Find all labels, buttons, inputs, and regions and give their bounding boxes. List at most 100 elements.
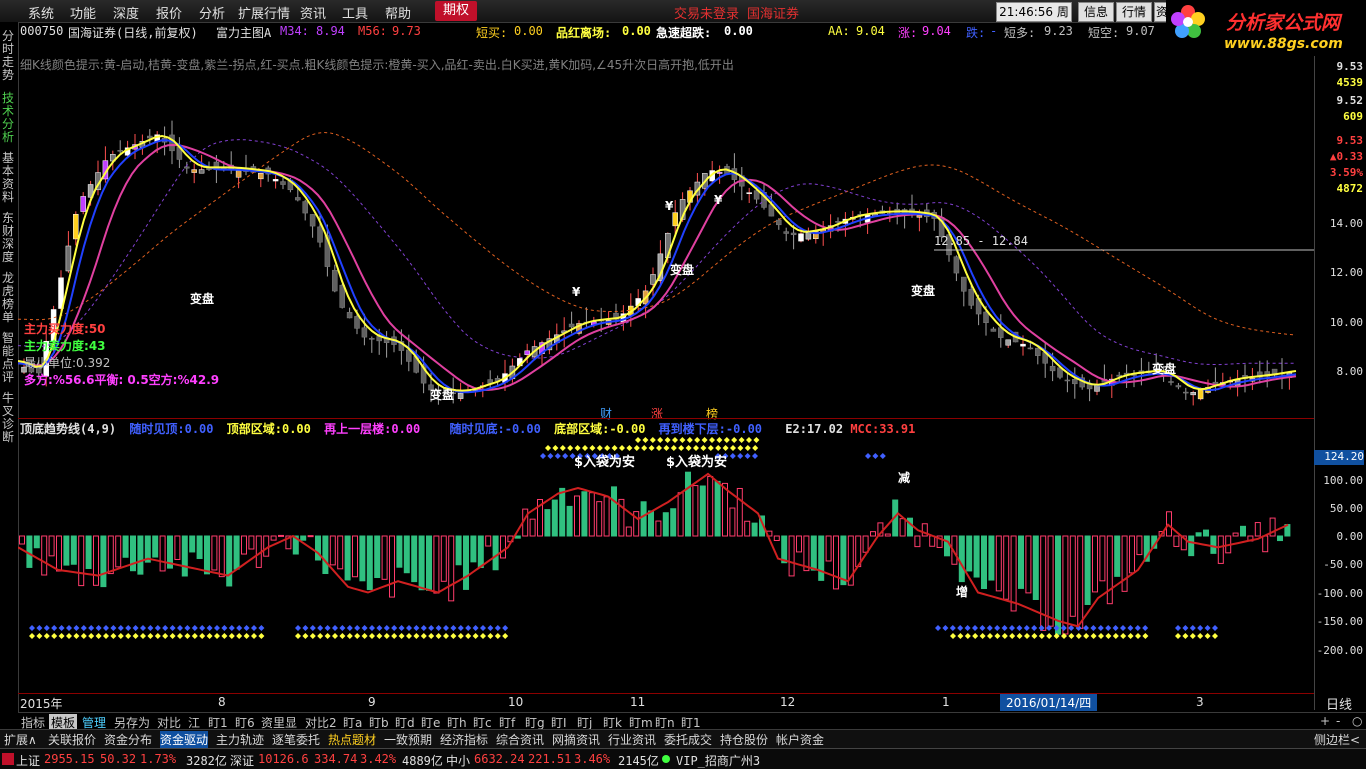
login-status[interactable]: 交易未登录 <box>674 3 739 22</box>
signal-diamond <box>480 633 486 639</box>
menu-extended[interactable]: 扩展行情 <box>238 3 290 22</box>
trend-bar <box>1173 535 1180 547</box>
main-indicator-name[interactable]: 富力主图A <box>216 24 271 41</box>
trend-bar <box>492 535 499 571</box>
trend-bar <box>56 535 62 572</box>
yuan-marker: ¥ <box>572 285 581 299</box>
menu-depth[interactable]: 深度 <box>113 3 139 22</box>
site-logo: 分析家公式网 www.88gs.com <box>1166 0 1366 60</box>
signal-diamond <box>752 445 759 451</box>
func-web-news[interactable]: 网摘资讯 <box>552 731 600 748</box>
signal-diamond <box>221 633 228 639</box>
sidebar-toggle[interactable]: 侧边栏< <box>1314 731 1360 748</box>
signal-diamond <box>1090 633 1097 639</box>
signal-diamond <box>707 445 714 451</box>
func-general-news[interactable]: 综合资讯 <box>496 731 544 748</box>
info-button[interactable]: 信息 <box>1078 2 1114 22</box>
vip-account[interactable]: VIP_招商广州3 <box>676 752 760 769</box>
func-order-detail[interactable]: 逐笔委托 <box>272 731 320 748</box>
signal-diamond <box>346 633 353 639</box>
zoom-in-button[interactable]: + <box>1320 714 1330 728</box>
m34-label: M34: <box>280 24 309 38</box>
signal-diamond <box>642 437 649 443</box>
reset-button[interactable]: ○ <box>1352 714 1362 728</box>
func-capital-drive[interactable]: 资金驱动 <box>160 731 209 748</box>
main-kline-chart[interactable]: 12.85 - 12.84 变盘 变盘 变盘 变盘 变盘 ¥ ¥ ¥ ×××××… <box>18 70 1314 420</box>
signal-diamond <box>663 445 670 451</box>
signal-diamond <box>413 625 420 631</box>
trend-bar <box>300 535 307 541</box>
period-label[interactable]: 日线 <box>1326 694 1352 713</box>
func-positions[interactable]: 持仓股份 <box>720 731 768 748</box>
candle-body <box>73 213 79 240</box>
signal-diamond <box>964 625 971 631</box>
zx-label[interactable]: 中小 <box>446 752 470 769</box>
func-hot-topics[interactable]: 热点题材 <box>328 731 376 748</box>
tab-technical[interactable]: 技术分析 <box>2 92 16 144</box>
menu-function[interactable]: 功能 <box>70 3 96 22</box>
menu-quote[interactable]: 报价 <box>156 3 182 22</box>
sub-trend-chart[interactable]: $入袋为安 $入袋为安 减 增 <box>18 436 1314 692</box>
signal-diamond <box>545 445 551 451</box>
trend-bar <box>329 535 336 566</box>
main-buy-strength: 主力买力度:50 <box>24 320 106 337</box>
candle-body <box>650 274 656 285</box>
tab-fundamentals[interactable]: 基本资料 <box>2 152 16 204</box>
trend-bar <box>204 535 210 575</box>
signal-diamond <box>1016 625 1023 631</box>
trend-bar <box>389 535 395 598</box>
signal-diamond <box>428 625 435 631</box>
func-main-track[interactable]: 主力轨迹 <box>216 731 264 748</box>
func-consensus[interactable]: 一致预期 <box>384 731 432 748</box>
func-expand[interactable]: 扩展∧ <box>4 731 37 748</box>
price-tick: 14.00 <box>1329 217 1363 230</box>
signal-diamond <box>243 625 250 631</box>
tab-dragon-tiger[interactable]: 龙虎榜单 <box>2 272 16 324</box>
options-button[interactable]: 期权 <box>435 1 477 21</box>
signal-diamond <box>722 445 729 451</box>
sz-label[interactable]: 深证 <box>230 752 254 769</box>
signal-diamond <box>738 437 745 443</box>
time-axis: 2015年 8 9 10 11 12 1 2016/01/14/四 3 <box>18 693 1314 712</box>
zoom-out-button[interactable]: - <box>1336 714 1340 728</box>
bianpan-marker: 变盘 <box>1152 361 1176 376</box>
candle-body <box>1072 379 1078 385</box>
signal-diamond <box>979 633 986 639</box>
signal-diamond <box>435 633 442 639</box>
trend-bar <box>1003 535 1010 600</box>
signal-diamond <box>398 633 405 639</box>
tab-intraday[interactable]: 分时走势 <box>2 30 16 82</box>
tab-smart-review[interactable]: 智能点评 <box>2 332 16 384</box>
quote-button[interactable]: 行情 <box>1116 2 1152 22</box>
signal-diamond <box>376 633 383 639</box>
menu-help[interactable]: 帮助 <box>385 3 411 22</box>
signal-diamond <box>58 633 65 639</box>
func-related-quote[interactable]: 关联报价 <box>48 731 96 748</box>
menu-tools[interactable]: 工具 <box>342 3 368 22</box>
signal-diamond <box>236 633 243 639</box>
signal-diamond <box>1197 625 1204 631</box>
sh-label[interactable]: 上证 <box>16 752 40 769</box>
tab-diagnosis[interactable]: 牛叉诊断 <box>2 392 16 444</box>
tab-east-depth[interactable]: 东财深度 <box>2 212 16 264</box>
signal-diamond <box>450 625 457 631</box>
menu-system[interactable]: 系统 <box>28 3 54 22</box>
func-account[interactable]: 帐户资金 <box>776 731 824 748</box>
signal-diamond <box>611 445 618 451</box>
func-orders[interactable]: 委托成交 <box>664 731 712 748</box>
sub-indicator-name[interactable]: 顶底趋势线(4,9) <box>20 422 116 436</box>
menu-bar: 系统 功能 深度 报价 分析 扩展行情 资讯 工具 帮助 期权 交易未登录 国海… <box>0 0 1366 37</box>
signal-diamond <box>648 445 655 451</box>
signal-diamond <box>110 633 117 639</box>
func-capital-dist[interactable]: 资金分布 <box>104 731 152 748</box>
func-econ-index[interactable]: 经济指标 <box>440 731 488 748</box>
func-industry-news[interactable]: 行业资讯 <box>608 731 656 748</box>
menu-news[interactable]: 资讯 <box>300 3 326 22</box>
signal-diamond <box>678 445 685 451</box>
signal-diamond <box>1127 633 1134 639</box>
trend-bar <box>174 535 181 560</box>
signal-diamond <box>354 625 361 631</box>
signal-diamond <box>494 625 501 631</box>
menu-analysis[interactable]: 分析 <box>199 3 225 22</box>
candle-body <box>790 232 797 236</box>
